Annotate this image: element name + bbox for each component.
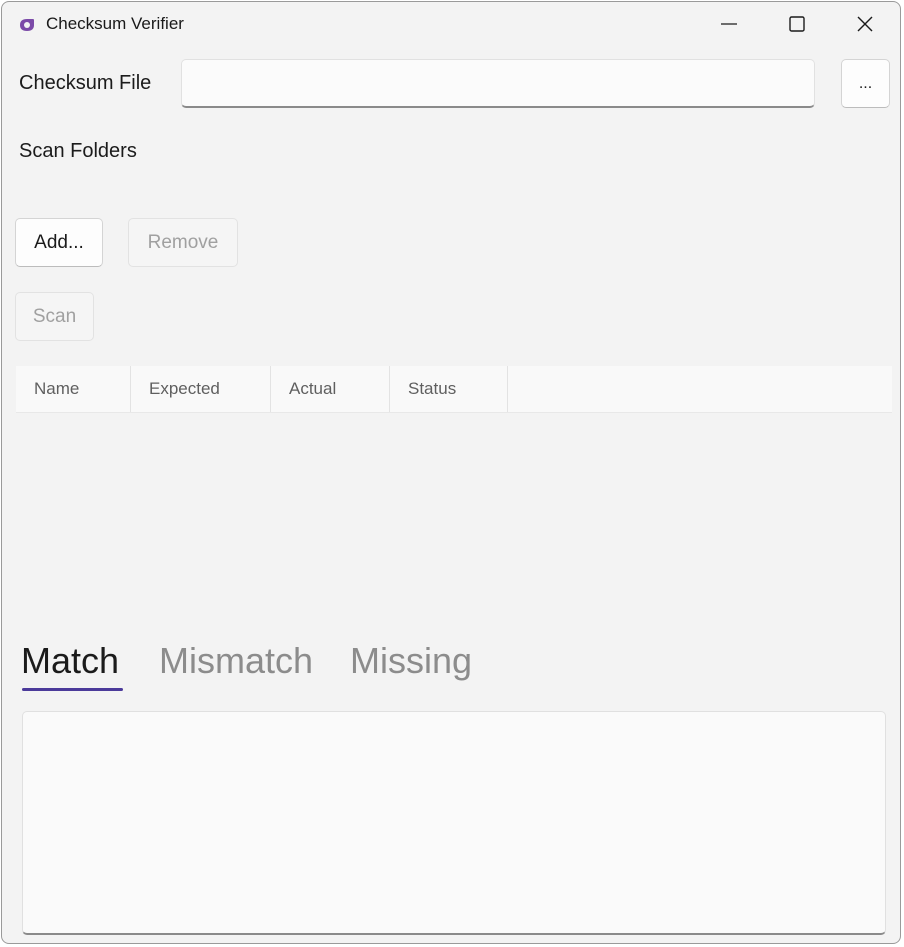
- remove-folder-button-label: Remove: [147, 231, 219, 253]
- column-header-label: Actual: [289, 379, 337, 398]
- tab-missing[interactable]: Missing: [350, 640, 472, 682]
- column-header-actual[interactable]: Actual: [271, 366, 390, 412]
- tab-label: Mismatch: [159, 640, 314, 681]
- scan-folders-label: Scan Folders: [19, 140, 137, 162]
- close-button[interactable]: [831, 2, 899, 46]
- column-header-label: Name: [34, 379, 80, 398]
- checksum-file-label: Checksum File: [19, 72, 152, 94]
- add-folder-button-label: Add...: [34, 231, 84, 253]
- column-divider[interactable]: [507, 366, 508, 412]
- tab-label: Match: [21, 640, 120, 681]
- scan-button-label: Scan: [32, 305, 77, 327]
- column-header-name[interactable]: Name: [16, 366, 131, 412]
- results-grid-body[interactable]: [16, 413, 892, 618]
- column-header-label: Expected: [149, 379, 220, 398]
- tab-selection-indicator: [22, 688, 123, 691]
- main-window: Checksum Verifier Checksum File ... Scan…: [1, 1, 901, 944]
- tab-match[interactable]: Match: [21, 640, 119, 682]
- browse-button[interactable]: ...: [841, 59, 890, 108]
- column-header-expected[interactable]: Expected: [131, 366, 271, 412]
- window-title: Checksum Verifier: [46, 14, 184, 33]
- tab-mismatch[interactable]: Mismatch: [159, 640, 313, 682]
- add-folder-button[interactable]: Add...: [15, 218, 103, 267]
- checksum-file-input[interactable]: [181, 59, 815, 108]
- maximize-icon: [789, 16, 805, 32]
- app-logo-icon: [20, 19, 34, 31]
- scan-button[interactable]: Scan: [15, 292, 94, 341]
- remove-folder-button[interactable]: Remove: [128, 218, 238, 267]
- column-header-label: Status: [408, 379, 457, 398]
- maximize-button[interactable]: [763, 2, 831, 46]
- tab-label: Missing: [350, 640, 473, 681]
- minimize-icon: [721, 23, 737, 25]
- minimize-button[interactable]: [695, 2, 763, 46]
- match-results-list[interactable]: [22, 711, 886, 935]
- browse-button-label: ...: [858, 74, 873, 92]
- close-icon: [857, 16, 873, 32]
- title-bar[interactable]: Checksum Verifier: [2, 2, 900, 46]
- results-grid-header: Name Expected Actual Status: [16, 366, 892, 413]
- column-header-status[interactable]: Status: [390, 366, 508, 412]
